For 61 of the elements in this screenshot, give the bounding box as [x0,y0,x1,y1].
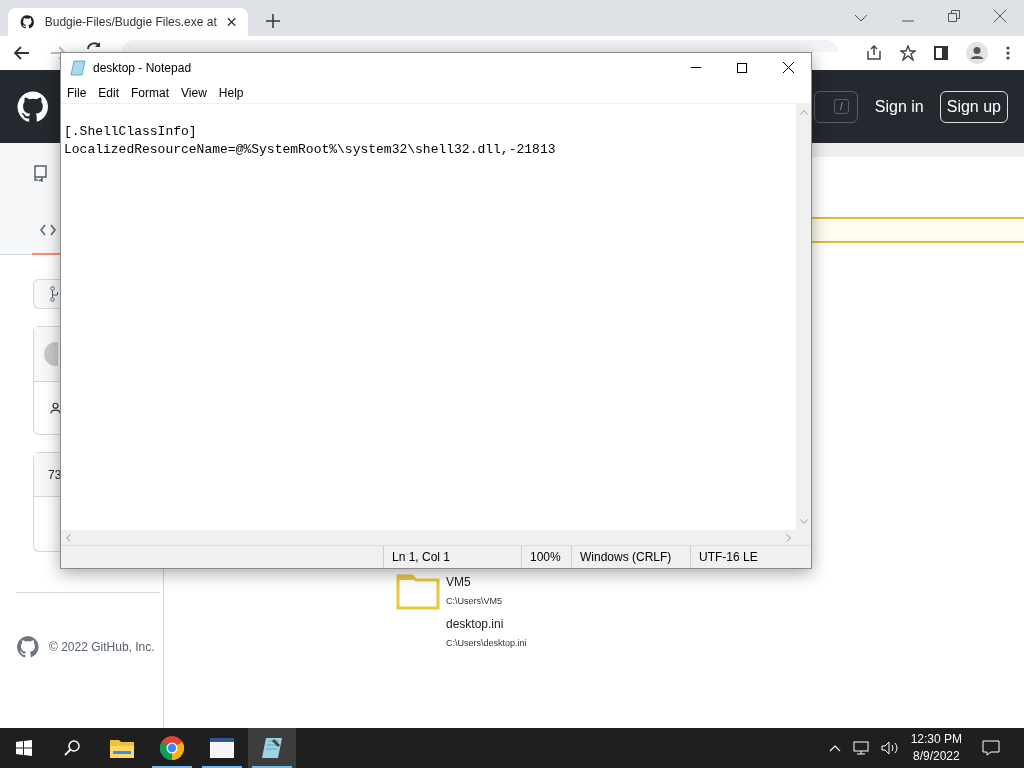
chevron-down-icon[interactable] [854,14,868,22]
file-name[interactable]: desktop.ini [446,616,527,632]
volume-icon[interactable] [880,741,899,755]
side-panel-icon[interactable] [934,46,948,60]
shortcut-key: / [834,99,849,114]
share-icon[interactable] [866,45,882,61]
copyright-text: © 2022 GitHub, Inc. [49,640,155,654]
menu-item[interactable]: View [175,85,213,100]
star-icon[interactable] [900,45,916,61]
chrome-icon [160,736,184,760]
taskbar-app[interactable] [248,728,296,768]
branch-button[interactable] [33,279,60,309]
text-line: [.ShellClassInfo] [64,123,198,141]
restore-icon[interactable] [948,10,960,22]
status-text: Ln 1, Col 1 [384,546,522,568]
sign-up-button[interactable]: Sign up [939,90,1008,123]
repo-icon [33,165,47,182]
plus-icon[interactable] [266,14,280,28]
clock[interactable]: 12:30 PM 8/9/2022 [910,731,962,765]
chevron-up-icon[interactable] [828,744,841,752]
start-icon[interactable] [16,740,32,756]
search-icon[interactable] [64,740,80,756]
menu-item[interactable]: Format [125,85,176,100]
menu-item[interactable]: File [61,85,93,100]
folder-icon [396,572,440,610]
github-icon [20,14,35,30]
sign-in-link[interactable]: Sign in [874,97,924,116]
notification-icon[interactable] [982,740,1000,756]
notepad-icon [70,59,86,76]
text-line: LocalizedResourceName=@%SystemRoot%\system32\shell32.dll,-21813 [64,141,557,159]
avatar [44,342,58,366]
github-logo-icon[interactable] [16,89,50,124]
reload-icon[interactable] [86,41,102,52]
date-text: 8/9/2022 [912,748,960,765]
forward-icon[interactable] [50,46,66,60]
branch-icon [50,286,60,302]
person-icon [50,402,61,414]
browser-tab[interactable]: Budgie-Files/Budgie Files.exe at [8,8,248,36]
file-name[interactable]: VM5 [446,574,502,590]
folder-icon [110,738,134,758]
text-area[interactable]: [.ShellClassInfo] LocalizedResourceName=@%SystemRoot%\system32\shell32.dll,-21813 [61,104,796,530]
menu-item[interactable]: Edit [92,85,126,100]
menu-item[interactable]: Help [212,85,250,100]
time-text: 12:30 PM [910,731,962,748]
close-icon[interactable] [782,62,794,73]
menu-icon[interactable] [1006,46,1010,60]
maximize-icon[interactable] [737,62,747,73]
network-icon[interactable] [852,741,869,755]
notepad-icon [260,737,284,759]
status-text: Windows (CRLF) [572,546,691,568]
file-path: C:\Users\desktop.ini [446,637,527,649]
file-path: C:\Users\VM5 [446,595,502,607]
status-text: UTF-16 LE [698,549,759,566]
window-icon [210,738,234,758]
profile-icon[interactable] [966,42,988,64]
close-icon[interactable] [226,17,236,27]
status-text: 100% [522,546,572,568]
back-icon[interactable] [14,46,30,60]
search-field[interactable]: / [813,90,858,123]
code-icon[interactable] [40,224,56,236]
window-title: desktop - Notepad [93,60,192,75]
